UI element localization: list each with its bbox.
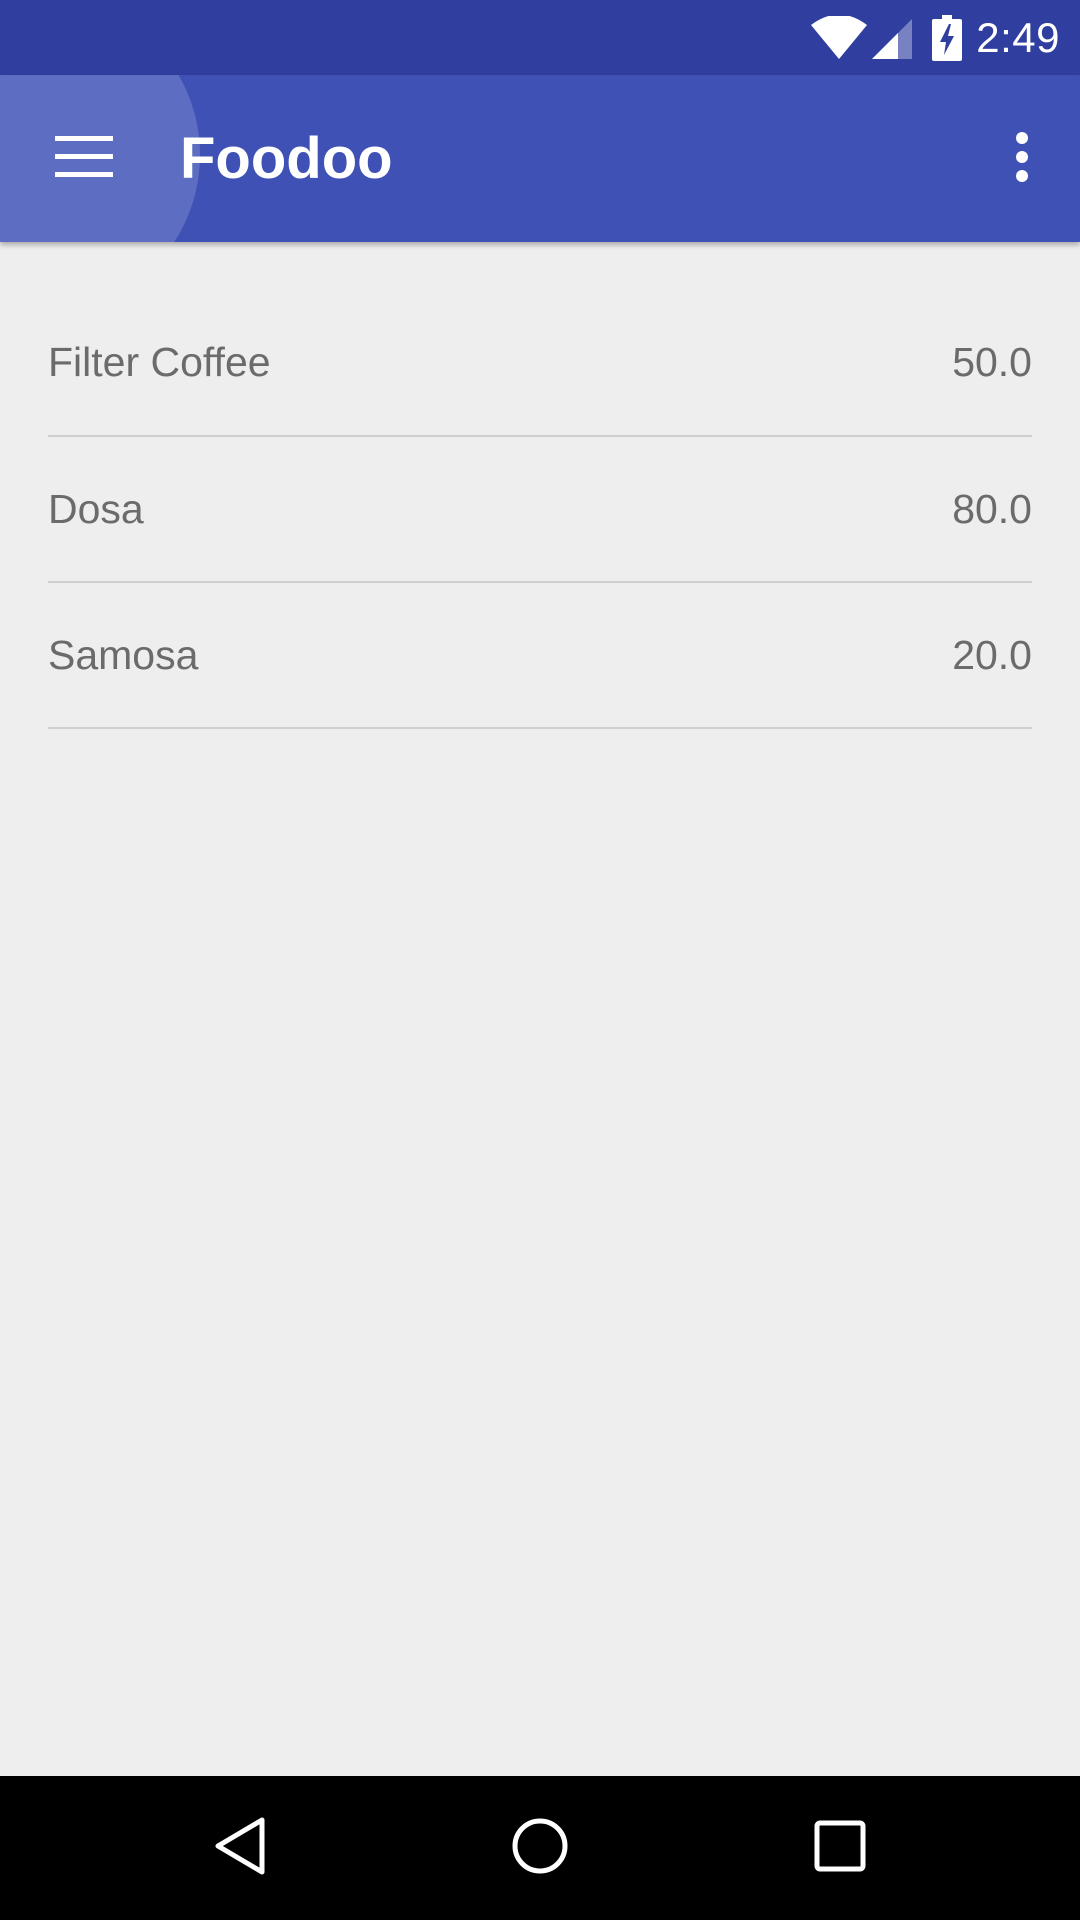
- navigation-menu-button[interactable]: [38, 113, 130, 205]
- overflow-menu-button[interactable]: [986, 113, 1058, 205]
- item-name: Filter Coffee: [48, 339, 271, 385]
- item-price: 50.0: [952, 339, 1032, 385]
- status-time: 2:49: [976, 13, 1060, 61]
- back-icon: [212, 1816, 268, 1881]
- list-item[interactable]: Samosa 20.0: [48, 583, 1032, 729]
- item-price: 80.0: [952, 485, 1032, 532]
- app-title: Foodoo: [180, 126, 393, 191]
- back-button[interactable]: [170, 1776, 310, 1920]
- status-bar: 2:49: [0, 0, 1080, 75]
- app-bar: Foodoo: [0, 75, 1080, 242]
- list-item[interactable]: Dosa 80.0: [48, 437, 1032, 583]
- recents-icon: [814, 1820, 866, 1877]
- navigation-bar: [0, 1776, 1080, 1920]
- item-name: Dosa: [48, 485, 144, 532]
- recents-button[interactable]: [770, 1776, 910, 1920]
- item-price: 20.0: [952, 631, 1032, 678]
- wifi-icon: [810, 15, 868, 60]
- screen: 2:49 Foodoo Filter Coffee 50.0 Dosa 80.0…: [0, 0, 1080, 1920]
- hamburger-menu-icon: [55, 135, 113, 183]
- cellular-signal-icon: [870, 16, 914, 60]
- item-name: Samosa: [48, 631, 199, 678]
- overflow-menu-icon: [1014, 131, 1030, 187]
- status-icons: 2:49: [810, 0, 1060, 75]
- list-item[interactable]: Filter Coffee 50.0: [48, 290, 1032, 437]
- home-button[interactable]: [470, 1776, 610, 1920]
- home-icon: [511, 1817, 569, 1880]
- item-list: Filter Coffee 50.0 Dosa 80.0 Samosa 20.0: [48, 290, 1032, 729]
- battery-charging-icon: [932, 14, 963, 61]
